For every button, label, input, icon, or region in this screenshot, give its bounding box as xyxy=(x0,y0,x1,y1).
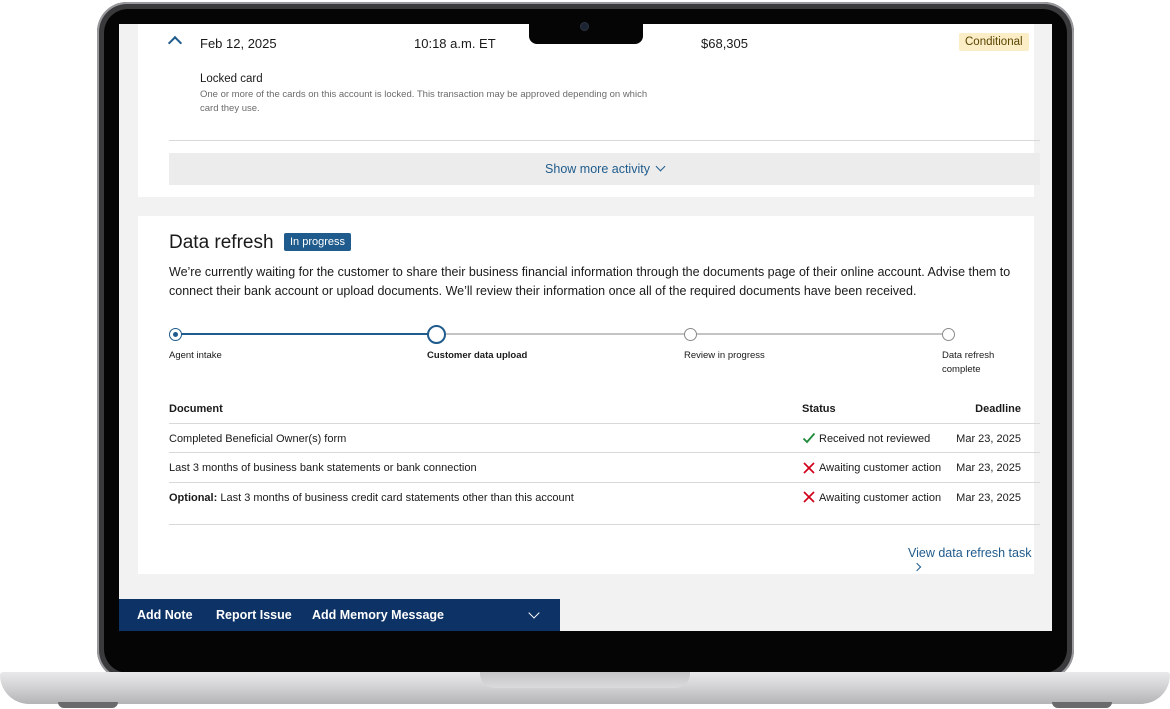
x-icon xyxy=(803,462,815,474)
conditional-badge: Conditional xyxy=(959,33,1029,51)
laptop-foot-left xyxy=(58,702,118,708)
table-header-document: Document xyxy=(169,403,223,415)
show-more-activity-button[interactable]: Show more activity xyxy=(169,153,1040,185)
transaction-date: Feb 12, 2025 xyxy=(200,36,277,51)
laptop-foot-right xyxy=(1052,702,1112,708)
chevron-down-icon[interactable] xyxy=(528,607,540,619)
deadline-text: Mar 23, 2025 xyxy=(956,492,1021,504)
check-icon xyxy=(802,432,816,444)
step-label-data-refresh-complete: Data refresh complete xyxy=(942,350,995,375)
table-header-deadline: Deadline xyxy=(975,403,1021,415)
status-text: Awaiting customer action xyxy=(819,462,942,474)
locked-card-title: Locked card xyxy=(200,73,263,85)
divider xyxy=(169,140,1040,141)
add-note-button[interactable]: Add Note xyxy=(137,608,193,622)
show-more-label: Show more activity xyxy=(545,162,650,176)
chevron-down-icon xyxy=(655,161,666,172)
add-memory-message-button[interactable]: Add Memory Message xyxy=(312,608,444,622)
report-issue-button[interactable]: Report Issue xyxy=(216,608,292,622)
table-row-document: Completed Beneficial Owner(s) form xyxy=(169,433,346,445)
transaction-card: Feb 12, 2025 10:18 a.m. ET $68,305 Condi… xyxy=(138,24,1040,197)
in-progress-badge: In progress xyxy=(284,233,352,251)
camera-icon xyxy=(581,23,588,30)
deadline-text: Mar 23, 2025 xyxy=(956,433,1021,445)
step-dot-customer-data-upload xyxy=(427,325,446,344)
chevron-up-icon[interactable] xyxy=(167,35,183,51)
step-dot-review-in-progress xyxy=(684,328,697,341)
optional-label: Optional: xyxy=(169,492,218,504)
chevron-right-icon xyxy=(912,562,922,572)
bottom-action-bar: Add Note Report Issue Add Memory Message xyxy=(119,599,560,631)
transaction-amount: $68,305 xyxy=(701,36,748,51)
screen: Feb 12, 2025 10:18 a.m. ET $68,305 Condi… xyxy=(119,24,1052,631)
table-divider xyxy=(169,482,1040,483)
table-divider xyxy=(169,423,1040,424)
status-text: Received not reviewed xyxy=(819,433,931,445)
locked-card-description: One or more of the cards on this account… xyxy=(200,89,648,114)
view-data-refresh-task-link[interactable]: View data refresh task xyxy=(908,546,1034,574)
document-name: Completed Beneficial Owner(s) form xyxy=(169,433,347,445)
table-header-status: Status xyxy=(802,403,836,415)
view-task-label: View data refresh task xyxy=(908,546,1032,560)
data-refresh-title: Data refresh xyxy=(169,232,274,253)
laptop-base-groove xyxy=(480,672,690,688)
stepper-track-remaining xyxy=(446,333,949,335)
table-row-document: Last 3 months of business bank statement… xyxy=(169,462,477,474)
deadline-text: Mar 23, 2025 xyxy=(956,462,1021,474)
data-refresh-card: Data refresh In progress We’re currently… xyxy=(138,216,1040,574)
document-name: Last 3 months of business credit card st… xyxy=(220,492,574,504)
status-text: Awaiting customer action xyxy=(819,492,942,504)
stepper-track-complete xyxy=(175,333,436,335)
laptop-chin xyxy=(104,631,1067,649)
table-row-document: Optional: Last 3 months of business cred… xyxy=(169,492,574,504)
step-label-agent-intake: Agent intake xyxy=(169,350,222,361)
step-label-review-in-progress: Review in progress xyxy=(684,350,765,361)
step-dot-agent-intake xyxy=(169,328,182,341)
data-refresh-description: We’re currently waiting for the customer… xyxy=(169,265,1011,298)
step-label-customer-data-upload: Customer data upload xyxy=(427,350,528,361)
document-name: Last 3 months of business bank statement… xyxy=(169,462,477,474)
table-divider xyxy=(169,524,1040,525)
x-icon xyxy=(803,491,815,503)
table-divider xyxy=(169,452,1040,453)
step-dot-data-refresh-complete xyxy=(942,328,955,341)
transaction-time: 10:18 a.m. ET xyxy=(414,36,496,51)
